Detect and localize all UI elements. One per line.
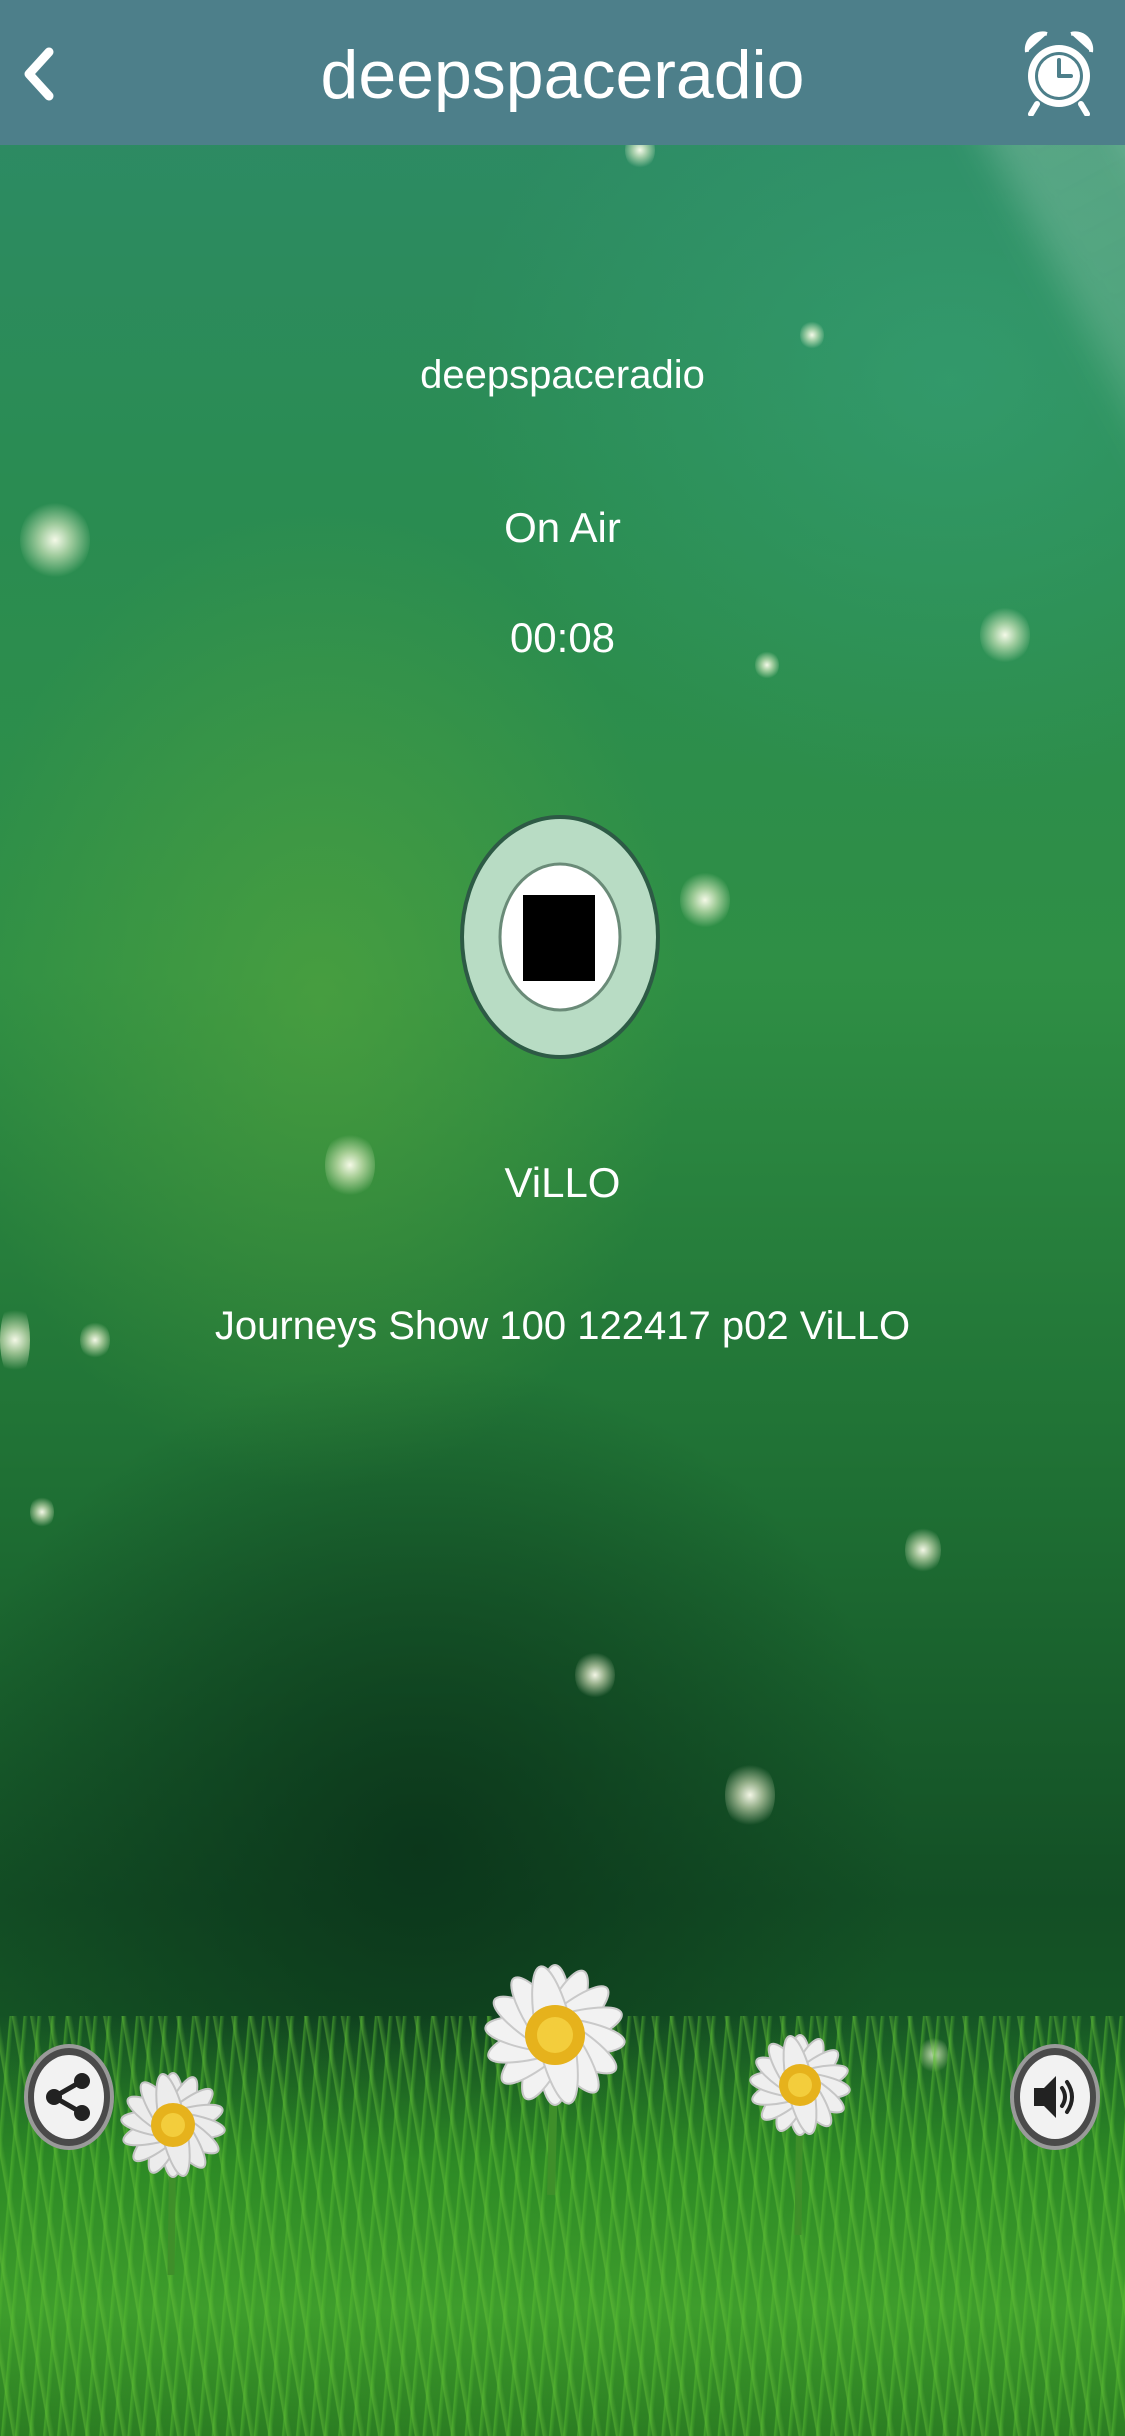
speaker-icon bbox=[1010, 2044, 1100, 2150]
page-title: deepspaceradio bbox=[320, 37, 805, 113]
navigation-bar: deepspaceradio bbox=[0, 0, 1125, 145]
alarm-button[interactable] bbox=[1021, 26, 1097, 117]
stop-button[interactable] bbox=[460, 815, 660, 1059]
alarm-clock-icon bbox=[1024, 31, 1094, 117]
share-button[interactable] bbox=[24, 2044, 114, 2150]
volume-button[interactable] bbox=[1010, 2044, 1100, 2150]
stop-icon bbox=[460, 815, 660, 1059]
artist-name: ViLLO bbox=[504, 1159, 621, 1206]
broadcast-status: On Air bbox=[504, 504, 621, 551]
track-title: Journeys Show 100 122417 p02 ViLLO bbox=[214, 1304, 911, 1348]
share-icon bbox=[24, 2044, 114, 2150]
elapsed-time: 00:08 bbox=[509, 614, 616, 661]
station-name: deepspaceradio bbox=[420, 353, 705, 397]
player-panel: deepspaceradio On Air 00:08 ViLLO Journe… bbox=[0, 0, 1125, 2436]
